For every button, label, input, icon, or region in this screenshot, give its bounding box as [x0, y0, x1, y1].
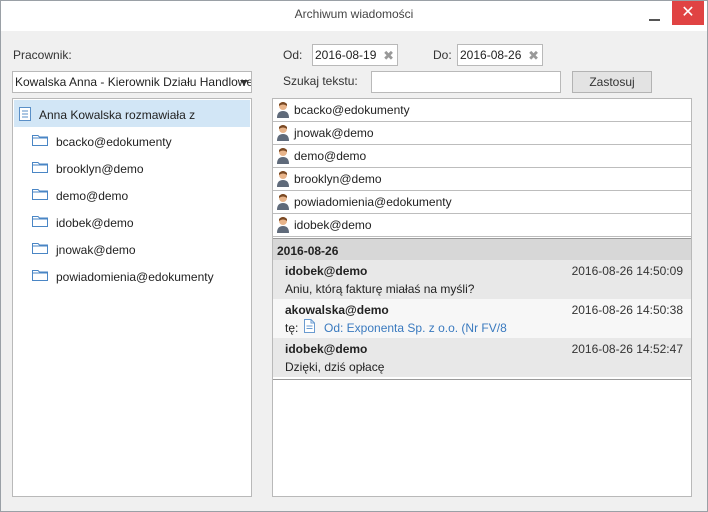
tree-item-brooklyn[interactable]: brooklyn@demo: [13, 155, 251, 182]
folder-icon: [32, 216, 48, 227]
participant-row[interactable]: idobek@demo: [273, 214, 691, 237]
close-icon[interactable]: ✕: [672, 1, 704, 25]
message-time: 2016-08-26 14:52:47: [571, 342, 683, 356]
message-author: idobek@demo: [285, 264, 368, 278]
tree-item-jnowak[interactable]: jnowak@demo: [13, 236, 251, 263]
chevron-down-icon: [240, 80, 248, 85]
participant-label: demo@demo: [294, 149, 367, 163]
participant-label: brooklyn@demo: [294, 172, 382, 186]
message-item[interactable]: akowalska@demo 2016-08-26 14:50:38 tę: O…: [273, 299, 691, 338]
list-icon: [19, 107, 31, 121]
from-date-value: 2016-08-19: [315, 48, 377, 62]
message-item[interactable]: idobek@demo 2016-08-26 14:50:09 Aniu, kt…: [273, 260, 691, 299]
apply-button[interactable]: Zastosuj: [572, 71, 652, 93]
message-item[interactable]: idobek@demo 2016-08-26 14:52:47 Dzięki, …: [273, 338, 691, 377]
from-label: Od:: [283, 48, 303, 62]
attachment-link[interactable]: Od: Exponenta Sp. z o.o. (Nr FV/8: [324, 321, 507, 335]
tree-item-label: demo@demo: [56, 189, 129, 203]
participant-label: powiadomienia@edokumenty: [294, 195, 452, 209]
message-text: Dzięki, dziś opłacę: [285, 360, 385, 374]
participant-row[interactable]: brooklyn@demo: [273, 168, 691, 191]
tree-item-label: powiadomienia@edokumenty: [56, 270, 214, 284]
folder-icon: [32, 135, 48, 146]
participant-row[interactable]: bcacko@edokumenty: [273, 99, 691, 122]
message-panel: bcacko@edokumenty jnowak@demo demo@demo …: [272, 98, 692, 497]
user-avatar-icon: [277, 148, 289, 164]
window-title: Archiwum wiadomości: [294, 7, 414, 21]
message-author: idobek@demo: [285, 342, 368, 356]
message-author: akowalska@demo: [285, 303, 389, 317]
employee-label: Pracownik:: [13, 48, 72, 62]
search-text-input[interactable]: [371, 71, 561, 93]
participant-label: bcacko@edokumenty: [294, 103, 410, 117]
employee-select[interactable]: Kowalska Anna - Kierownik Działu Handlow…: [12, 71, 252, 93]
folder-icon: [32, 189, 48, 200]
participant-row[interactable]: jnowak@demo: [273, 122, 691, 145]
tree-item-label: jnowak@demo: [56, 243, 136, 257]
participant-label: idobek@demo: [294, 218, 372, 232]
tree-item-label: idobek@demo: [56, 216, 134, 230]
attachment-prefix: tę:: [285, 321, 299, 335]
participant-row[interactable]: demo@demo: [273, 145, 691, 168]
tree-item-powiadomienia[interactable]: powiadomienia@edokumenty: [13, 263, 251, 290]
to-label: Do:: [433, 48, 452, 62]
tree-item-bcacko[interactable]: bcacko@edokumenty: [13, 128, 251, 155]
document-icon: [304, 319, 315, 333]
folder-icon: [32, 162, 48, 173]
folder-icon: [32, 270, 48, 281]
user-avatar-icon: [277, 171, 289, 187]
message-text: Aniu, którą fakturę miałaś na myśli?: [285, 282, 475, 296]
tree-item-idobek[interactable]: idobek@demo: [13, 209, 251, 236]
message-time: 2016-08-26 14:50:38: [571, 303, 683, 317]
user-avatar-icon: [277, 125, 289, 141]
tree-item-label: bcacko@edokumenty: [56, 135, 172, 149]
participant-row[interactable]: powiadomienia@edokumenty: [273, 191, 691, 214]
tree-item-demo[interactable]: demo@demo: [13, 182, 251, 209]
tree-root-label: Anna Kowalska rozmawiała z: [39, 108, 196, 122]
employee-select-value: Kowalska Anna - Kierownik Działu Handlow…: [15, 75, 252, 89]
clear-icon[interactable]: ✖: [528, 48, 539, 64]
search-label: Szukaj tekstu:: [283, 74, 358, 88]
archive-window: Archiwum wiadomości ✕ Pracownik: Kowalsk…: [0, 0, 708, 512]
folder-icon: [32, 243, 48, 254]
messages-end-divider: [273, 379, 691, 380]
to-date-value: 2016-08-26: [460, 48, 522, 62]
clear-icon[interactable]: ✖: [383, 48, 394, 64]
conversation-tree: Anna Kowalska rozmawiała z bcacko@edokum…: [12, 98, 252, 497]
user-avatar-icon: [277, 194, 289, 210]
participant-label: jnowak@demo: [294, 126, 374, 140]
to-date-field[interactable]: 2016-08-26 ✖: [457, 44, 543, 66]
message-time: 2016-08-26 14:50:09: [571, 264, 683, 278]
tree-root-item[interactable]: Anna Kowalska rozmawiała z: [14, 100, 250, 127]
user-avatar-icon: [277, 217, 289, 233]
from-date-field[interactable]: 2016-08-19 ✖: [312, 44, 398, 66]
minimize-icon[interactable]: [641, 1, 669, 29]
user-avatar-icon: [277, 102, 289, 118]
title-bar: Archiwum wiadomości ✕: [1, 1, 707, 31]
tree-item-label: brooklyn@demo: [56, 162, 144, 176]
